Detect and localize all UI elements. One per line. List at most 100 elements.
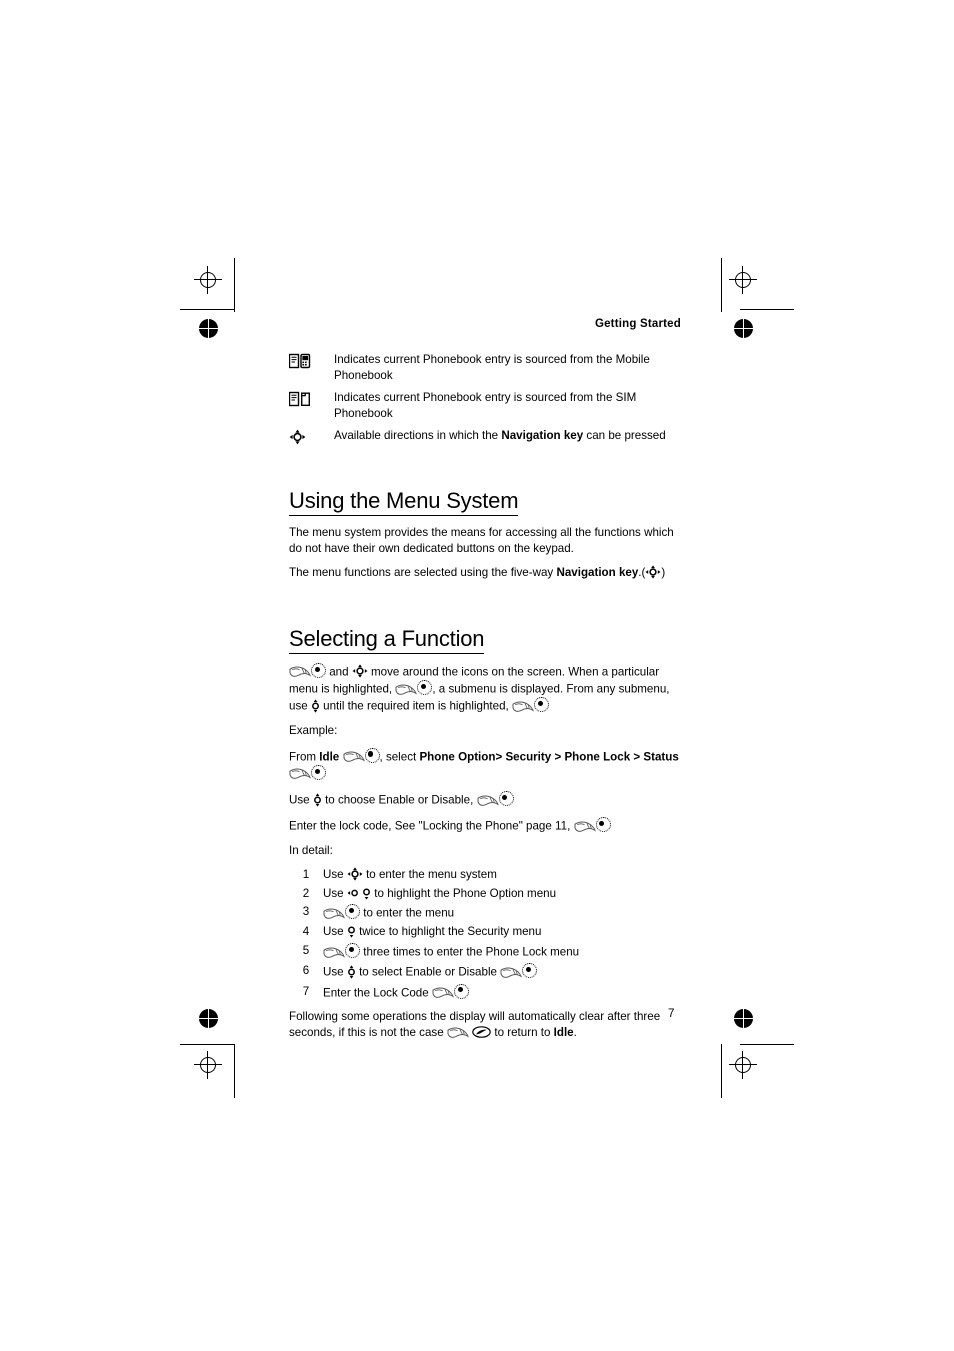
- menu-path-phone-option: Phone Option: [419, 750, 496, 764]
- menu-path-status: Status: [643, 750, 679, 764]
- example-idle-label: Idle: [319, 750, 340, 764]
- navigation-key-4way-icon: [352, 664, 368, 679]
- label-example: Example:: [289, 724, 338, 738]
- step-text-after: to enter the menu system: [362, 867, 497, 881]
- legend-text-mobile-phonebook: Indicates current Phonebook entry is sou…: [334, 353, 650, 382]
- navigation-key-4way-icon: [645, 565, 661, 579]
- navigation-key-down-icon: [347, 925, 356, 939]
- list-item: 7 Enter the Lock Code: [289, 983, 681, 1001]
- step-text-before: Use: [323, 965, 347, 979]
- paragraph-example-path: From Idle , select Phone Option> Securit…: [289, 747, 681, 782]
- document-page: Getting Started Indicates current Phoneb…: [0, 0, 954, 1351]
- crop-mark-right-vertical-top: [721, 258, 722, 312]
- page-title-using-the-menu-system: Using the Menu System: [289, 489, 519, 517]
- step-body: to enter the menu: [323, 904, 681, 921]
- page-title-selecting-a-function: Selecting a Function: [289, 627, 485, 654]
- registration-dot-top-right: [734, 319, 753, 338]
- step-text-after: three times to enter the Phone Lock menu: [360, 945, 580, 959]
- closing-text-after: .: [573, 1025, 577, 1039]
- softkey-hand-icon: [323, 907, 345, 919]
- registration-target-bottom-right: [729, 1051, 757, 1079]
- step-body: Use to select Enable or Disable: [323, 963, 681, 980]
- softkey-select-icon: [498, 791, 514, 807]
- navigation-key-up-down-icon: [313, 792, 322, 807]
- running-head: Getting Started: [594, 318, 681, 330]
- softkey-hand-icon: [323, 946, 345, 958]
- registration-target-top-right: [729, 266, 757, 294]
- softkey-hand-icon: [343, 750, 365, 763]
- paragraph-menu-system-fiveway: The menu functions are selected using th…: [289, 565, 681, 581]
- legend-nav-text-bold: Navigation key: [501, 429, 584, 442]
- softkey-hand-icon: [500, 966, 523, 978]
- legend-row-navigation-key: Available directions in which the Naviga…: [289, 428, 681, 447]
- navigation-key-left-icon: [347, 888, 359, 898]
- registration-target-top-left: [194, 266, 222, 294]
- navigation-key-4way-icon: [289, 428, 334, 447]
- list-item: 1 Use to enter the menu system: [289, 867, 681, 882]
- step-text-before: Use: [323, 867, 347, 881]
- intro-text-1: and: [326, 665, 352, 679]
- numbered-steps-list: 1 Use to enter the menu system 2 Use to …: [289, 867, 681, 1000]
- softkey-select-icon: [311, 662, 326, 678]
- fiveway-text-end: ): [661, 566, 666, 580]
- navigation-key-4way-icon: [347, 867, 363, 881]
- step-number: 1: [302, 867, 310, 881]
- step-number: 3: [302, 905, 310, 919]
- page-content: Getting Started Indicates current Phoneb…: [289, 318, 681, 1040]
- list-item: 2 Use to highlight the Phone Option menu: [289, 886, 681, 901]
- softkey-hand-icon: [289, 665, 311, 678]
- legend-nav-text-before: Available directions in which the: [334, 429, 502, 442]
- menu-path-separator-2: >: [551, 750, 565, 764]
- step-text-before: Use: [323, 886, 347, 900]
- step-body: three times to enter the Phone Lock menu: [323, 943, 681, 960]
- softkey-select-icon: [345, 943, 360, 959]
- registration-target-bottom-left: [194, 1051, 222, 1079]
- enable-disable-after: to choose Enable or Disable,: [321, 793, 477, 807]
- softkey-select-icon: [345, 904, 360, 920]
- list-item: 3 to enter the menu: [289, 904, 681, 921]
- step-text-before: Use: [323, 925, 347, 939]
- navigation-key-up-down-icon: [347, 965, 356, 979]
- step-text-before: Enter the Lock Code: [323, 986, 432, 1000]
- softkey-select-icon: [533, 697, 549, 713]
- step-number: 6: [302, 964, 310, 978]
- fiveway-text-bold: Navigation key: [556, 566, 639, 580]
- fiveway-text-after: .(: [638, 566, 646, 580]
- step-text-after: to highlight the Phone Option menu: [371, 886, 557, 900]
- crop-mark-top-right-horizontal: [740, 309, 794, 310]
- softkey-hand-icon: [432, 986, 454, 998]
- softkey-select-icon: [417, 680, 433, 696]
- softkey-hand-icon: [512, 700, 534, 712]
- softkey-select-icon: [453, 983, 469, 999]
- crop-mark-top-left-horizontal: [180, 309, 234, 310]
- closing-text-middle: to return to: [491, 1025, 554, 1039]
- heading-wrap-selecting-function: Selecting a Function: [289, 607, 681, 654]
- end-call-key-icon: [472, 1026, 491, 1038]
- paragraph-menu-system-intro: The menu system provides the means for a…: [289, 526, 674, 555]
- softkey-select-icon: [522, 963, 538, 979]
- legend-row-mobile-phonebook: Indicates current Phonebook entry is sou…: [289, 352, 681, 383]
- softkey-select-icon: [364, 747, 380, 763]
- step-body: Use to highlight the Phone Option menu: [323, 886, 681, 901]
- softkey-hand-icon: [447, 1026, 469, 1038]
- enable-disable-before: Use: [289, 793, 313, 807]
- sim-phonebook-icon: [289, 390, 334, 409]
- legend-row-sim-phonebook: Indicates current Phonebook entry is sou…: [289, 390, 681, 421]
- fiveway-text-before: The menu functions are selected using th…: [289, 566, 557, 580]
- registration-dot-top-left: [199, 319, 218, 338]
- registration-dot-bottom-left: [199, 1009, 218, 1028]
- crop-mark-bottom-right-horizontal: [740, 1044, 794, 1045]
- menu-path-security: Security: [505, 750, 552, 764]
- navigation-key-down-icon: [362, 887, 371, 900]
- list-item: 5 three times to enter the Phone Lock me…: [289, 943, 681, 960]
- softkey-select-icon: [595, 817, 611, 833]
- step-number: 5: [302, 944, 310, 958]
- step-body: Enter the Lock Code: [323, 983, 681, 1001]
- softkey-select-icon: [311, 764, 326, 780]
- step-text-after: twice to highlight the Security menu: [355, 925, 542, 939]
- paragraph-closing: Following some operations the display wi…: [289, 1009, 681, 1040]
- navigation-key-up-down-icon: [311, 699, 320, 713]
- legend-text-sim-phonebook: Indicates current Phonebook entry is sou…: [334, 391, 637, 420]
- softkey-hand-icon: [477, 794, 499, 806]
- list-item: 6 Use to select Enable or Disable: [289, 963, 681, 980]
